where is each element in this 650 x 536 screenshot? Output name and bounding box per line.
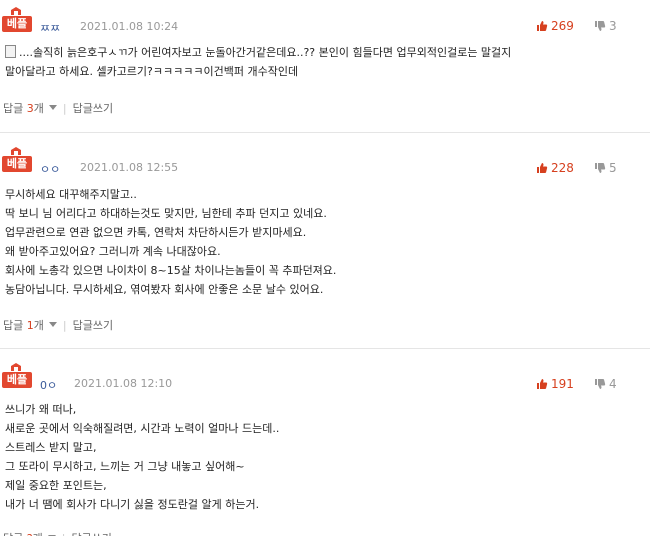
- comment-2: 베플 ㅇㅇ 2021.01.08 12:55 228 5 무시하세요 대꾸해주지…: [0, 140, 650, 340]
- write-reply-button[interactable]: 답글쓰기: [73, 102, 113, 115]
- comment-date: 2021.01.08 12:10: [74, 377, 173, 390]
- memo-icon: [5, 45, 16, 58]
- comment-footer: 답글 3개 | 답글쓰기: [3, 102, 114, 115]
- comment-line: 말아달라고 하세요. 셀카고르기?ㅋㅋㅋㅋㅋ이건백퍼 개수작인데: [5, 65, 299, 78]
- divider: [0, 132, 650, 133]
- thumbs-up-icon: [537, 21, 548, 31]
- reply-toggle[interactable]: 답글 3개: [3, 102, 57, 115]
- write-reply-button[interactable]: 답글쓰기: [73, 319, 113, 332]
- comment-line: 무시하세요 대꾸해주지말고..: [5, 188, 137, 201]
- comment-1: 베플 ㅉㅉ 2021.01.08 10:24 269 3 ....솔직히 늙은호…: [0, 0, 650, 125]
- author-name[interactable]: 0ㅇ: [40, 377, 57, 393]
- dislike-button[interactable]: 5: [594, 161, 617, 175]
- comment-footer: 답글 ?개|답글쓰기: [3, 530, 112, 536]
- best-badge: 베플: [2, 362, 32, 392]
- reply-toggle[interactable]: 답글 ?개: [3, 532, 56, 536]
- like-button[interactable]: 191: [536, 377, 574, 391]
- crown-icon: [11, 7, 21, 15]
- like-button[interactable]: 269: [536, 19, 574, 33]
- write-reply-button[interactable]: 답글쓰기: [71, 532, 111, 536]
- thumbs-down-icon: [595, 21, 606, 31]
- best-badge: 베플: [2, 6, 32, 36]
- best-badge: 베플: [2, 146, 32, 176]
- dropdown-triangle-icon: [48, 322, 57, 327]
- comment-line: 제일 중요한 포인트는,: [5, 479, 107, 492]
- comment-list: 베플 ㅉㅉ 2021.01.08 10:24 269 3 ....솔직히 늙은호…: [0, 0, 650, 536]
- dropdown-triangle-icon: [48, 105, 57, 110]
- comment-line: 회사에 노총각 있으면 나이차이 8~15살 차이나는놈들이 꼭 추파던져요.: [5, 264, 337, 277]
- divider: [0, 348, 650, 349]
- badge-label: 베플: [2, 372, 32, 388]
- thumbs-up-icon: [537, 379, 548, 389]
- crown-icon: [11, 363, 21, 371]
- reply-toggle[interactable]: 답글 1개: [3, 319, 57, 332]
- badge-label: 베플: [2, 16, 32, 32]
- comment-line: 쓰니가 왜 떠나,: [5, 403, 77, 416]
- dislike-button[interactable]: 3: [594, 19, 617, 33]
- comment-body: 무시하세요 대꾸해주지말고.. 딱 보니 님 어리다고 하대하는것도 맞지만, …: [5, 185, 336, 299]
- comment-line: 스트레스 받지 말고,: [5, 441, 97, 454]
- comment-footer: 답글 1개 | 답글쓰기: [3, 319, 114, 332]
- author-name[interactable]: ㅇㅇ: [40, 161, 60, 177]
- comment-date: 2021.01.08 10:24: [80, 20, 179, 33]
- comment-line: 농담아닙니다. 무시하세요, 엮여봤자 회사에 안좋은 소문 날수 있어요.: [5, 283, 324, 296]
- author-name[interactable]: ㅉㅉ: [40, 20, 60, 36]
- comment-line: 왜 받아주고있어요? 그러니까 계속 나대잖아요.: [5, 245, 221, 258]
- comment-line: 그 또라이 무시하고, 느끼는 거 그냥 내놓고 싶어해~: [5, 460, 245, 473]
- comment-line: 업무관련으로 연관 없으면 카톡, 연락처 차단하시든가 받지마세요.: [5, 226, 307, 239]
- thumbs-up-icon: [537, 163, 548, 173]
- comment-line: 내가 너 땜에 회사가 다니기 싫을 정도란걸 알게 하는거.: [5, 498, 260, 511]
- comment-line: 새로운 곳에서 익숙해질려면, 시간과 노력이 얼마나 드는데..: [5, 422, 280, 435]
- comment-body: 쓰니가 왜 떠나, 새로운 곳에서 익숙해질려면, 시간과 노력이 얼마나 드는…: [5, 400, 279, 514]
- thumbs-down-icon: [595, 163, 606, 173]
- badge-label: 베플: [2, 156, 32, 172]
- thumbs-down-icon: [595, 379, 606, 389]
- comment-date: 2021.01.08 12:55: [80, 161, 179, 174]
- comment-line: ....솔직히 늙은호구ㅅㄲ가 어린여자보고 눈돌아간거같은데요..?? 본인이…: [19, 46, 512, 59]
- crown-icon: [11, 147, 21, 155]
- comment-line: 딱 보니 님 어리다고 하대하는것도 맞지만, 님한테 추파 던지고 있네요.: [5, 207, 327, 220]
- like-button[interactable]: 228: [536, 161, 574, 175]
- dislike-button[interactable]: 4: [594, 377, 617, 391]
- comment-3: 베플 0ㅇ 2021.01.08 12:10 191 4 쓰니가 왜 떠나, 새…: [0, 356, 650, 536]
- comment-body: ....솔직히 늙은호구ㅅㄲ가 어린여자보고 눈돌아간거같은데요..?? 본인이…: [5, 43, 511, 81]
